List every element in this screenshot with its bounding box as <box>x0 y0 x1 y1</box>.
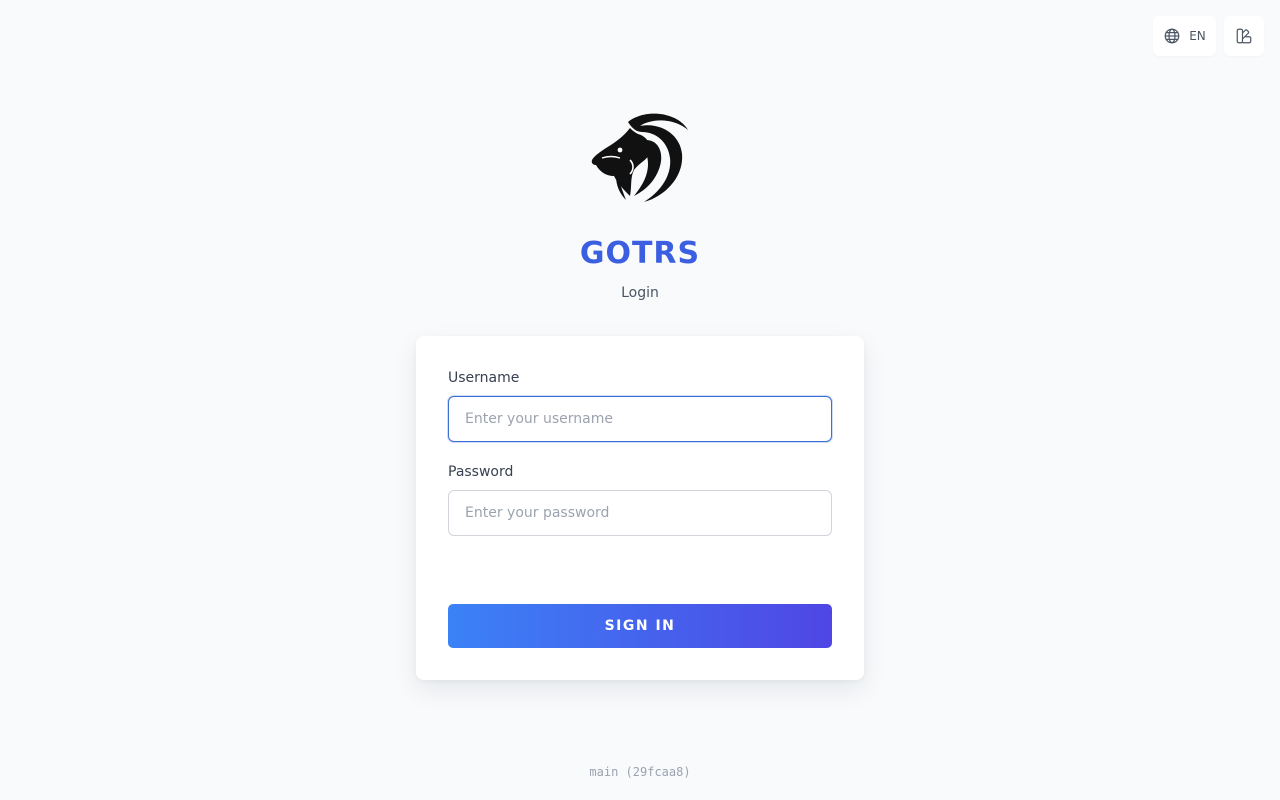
login-card: Username Password SIGN IN <box>416 336 864 680</box>
version-label: main (29fcaa8) <box>589 765 691 779</box>
theme-palette-icon <box>1236 28 1252 44</box>
page-subtitle: Login <box>621 285 659 301</box>
theme-toggle-button[interactable] <box>1224 16 1264 56</box>
globe-icon <box>1164 28 1180 44</box>
top-controls: EN <box>1153 16 1264 56</box>
brand-title: GOTRS <box>579 236 701 271</box>
password-input[interactable] <box>448 490 832 536</box>
username-input[interactable] <box>448 396 832 442</box>
goat-logo <box>591 113 688 202</box>
password-label: Password <box>448 464 514 480</box>
language-label: EN <box>1189 29 1206 43</box>
username-label: Username <box>448 370 520 386</box>
sign-in-button[interactable]: SIGN IN <box>448 604 832 648</box>
language-selector-button[interactable]: EN <box>1153 16 1216 56</box>
